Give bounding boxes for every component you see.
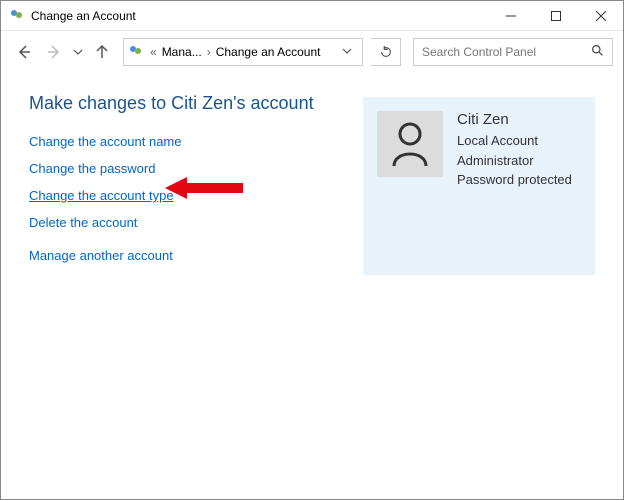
users-icon xyxy=(128,44,144,60)
close-button[interactable] xyxy=(578,1,623,31)
search-icon xyxy=(591,44,604,60)
page-title: Make changes to Citi Zen's account xyxy=(29,93,363,114)
search-box[interactable] xyxy=(413,38,613,66)
manage-another-link[interactable]: Manage another account xyxy=(29,248,173,263)
account-name: Citi Zen xyxy=(457,111,572,128)
titlebar: Change an Account xyxy=(1,1,623,31)
breadcrumb-overflow[interactable]: « xyxy=(148,45,159,59)
search-input[interactable] xyxy=(422,45,591,59)
recent-dropdown[interactable] xyxy=(71,39,85,65)
back-button[interactable] xyxy=(11,39,37,65)
chevron-right-icon: › xyxy=(205,45,213,59)
account-type: Local Account xyxy=(457,131,572,151)
address-dropdown[interactable] xyxy=(336,45,358,59)
change-password-link[interactable]: Change the password xyxy=(29,161,155,176)
up-button[interactable] xyxy=(89,39,115,65)
address-bar[interactable]: « Mana... › Change an Account xyxy=(123,38,363,66)
breadcrumb-current[interactable]: Change an Account xyxy=(213,45,324,59)
delete-account-link[interactable]: Delete the account xyxy=(29,215,137,230)
breadcrumb-parent[interactable]: Mana... xyxy=(159,45,205,59)
change-name-link[interactable]: Change the account name xyxy=(29,134,182,149)
refresh-button[interactable] xyxy=(371,38,401,66)
avatar xyxy=(377,111,443,177)
window-title: Change an Account xyxy=(31,9,136,23)
maximize-button[interactable] xyxy=(533,1,578,31)
users-icon xyxy=(9,8,25,24)
forward-button[interactable] xyxy=(41,39,67,65)
navbar: « Mana... › Change an Account xyxy=(1,31,623,73)
change-type-link[interactable]: Change the account type xyxy=(29,188,174,203)
account-protection: Password protected xyxy=(457,170,572,190)
account-role: Administrator xyxy=(457,151,572,171)
account-card: Citi Zen Local Account Administrator Pas… xyxy=(363,97,595,275)
minimize-button[interactable] xyxy=(488,1,533,31)
